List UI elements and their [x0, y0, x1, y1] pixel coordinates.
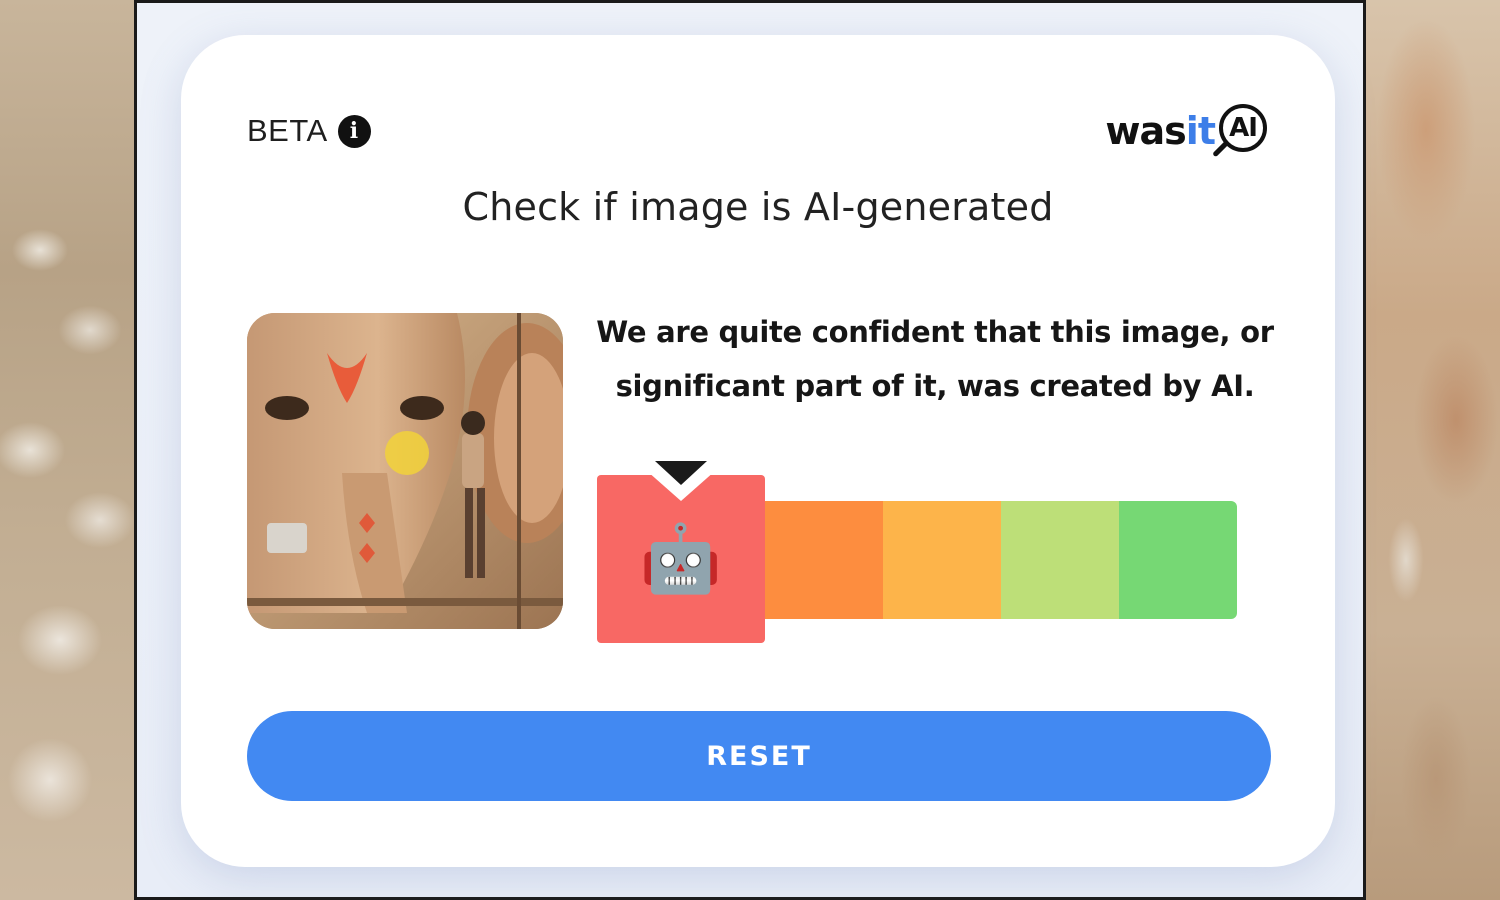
detector-card: BETA i was it AI Check if image is AI-ge…: [181, 35, 1335, 867]
background-photo-right: [1366, 0, 1500, 900]
info-icon[interactable]: i: [337, 114, 371, 148]
pointer-down-icon: [655, 461, 707, 485]
meter-segment-lime: [1001, 501, 1119, 619]
wasitai-logo[interactable]: was it AI: [1105, 99, 1275, 163]
reset-button[interactable]: RESET: [247, 711, 1271, 801]
beta-badge: BETA i: [247, 113, 371, 149]
result-message: We are quite confident that this image, …: [596, 315, 1274, 403]
meter-selected-level: 🤖: [597, 461, 765, 643]
meter-segment-green: [1119, 501, 1237, 619]
magnifier-icon: AI: [1212, 102, 1275, 160]
meter-segment-orange: [765, 501, 883, 619]
page-title: Check if image is AI-generated: [462, 185, 1054, 229]
beta-label: BETA: [247, 113, 328, 148]
logo-text-accent: it: [1185, 109, 1216, 153]
thumbnail-illustration: [247, 313, 563, 629]
confidence-meter: 🤖: [597, 461, 1239, 645]
meter-segment-amber: [883, 501, 1001, 619]
logo-text-main: was: [1105, 109, 1186, 153]
uploaded-image-thumbnail: [247, 313, 563, 629]
background-photo-left: [0, 0, 136, 900]
robot-face-icon: 🤖: [639, 520, 723, 597]
modal-frame: BETA i was it AI Check if image is AI-ge…: [134, 0, 1366, 900]
